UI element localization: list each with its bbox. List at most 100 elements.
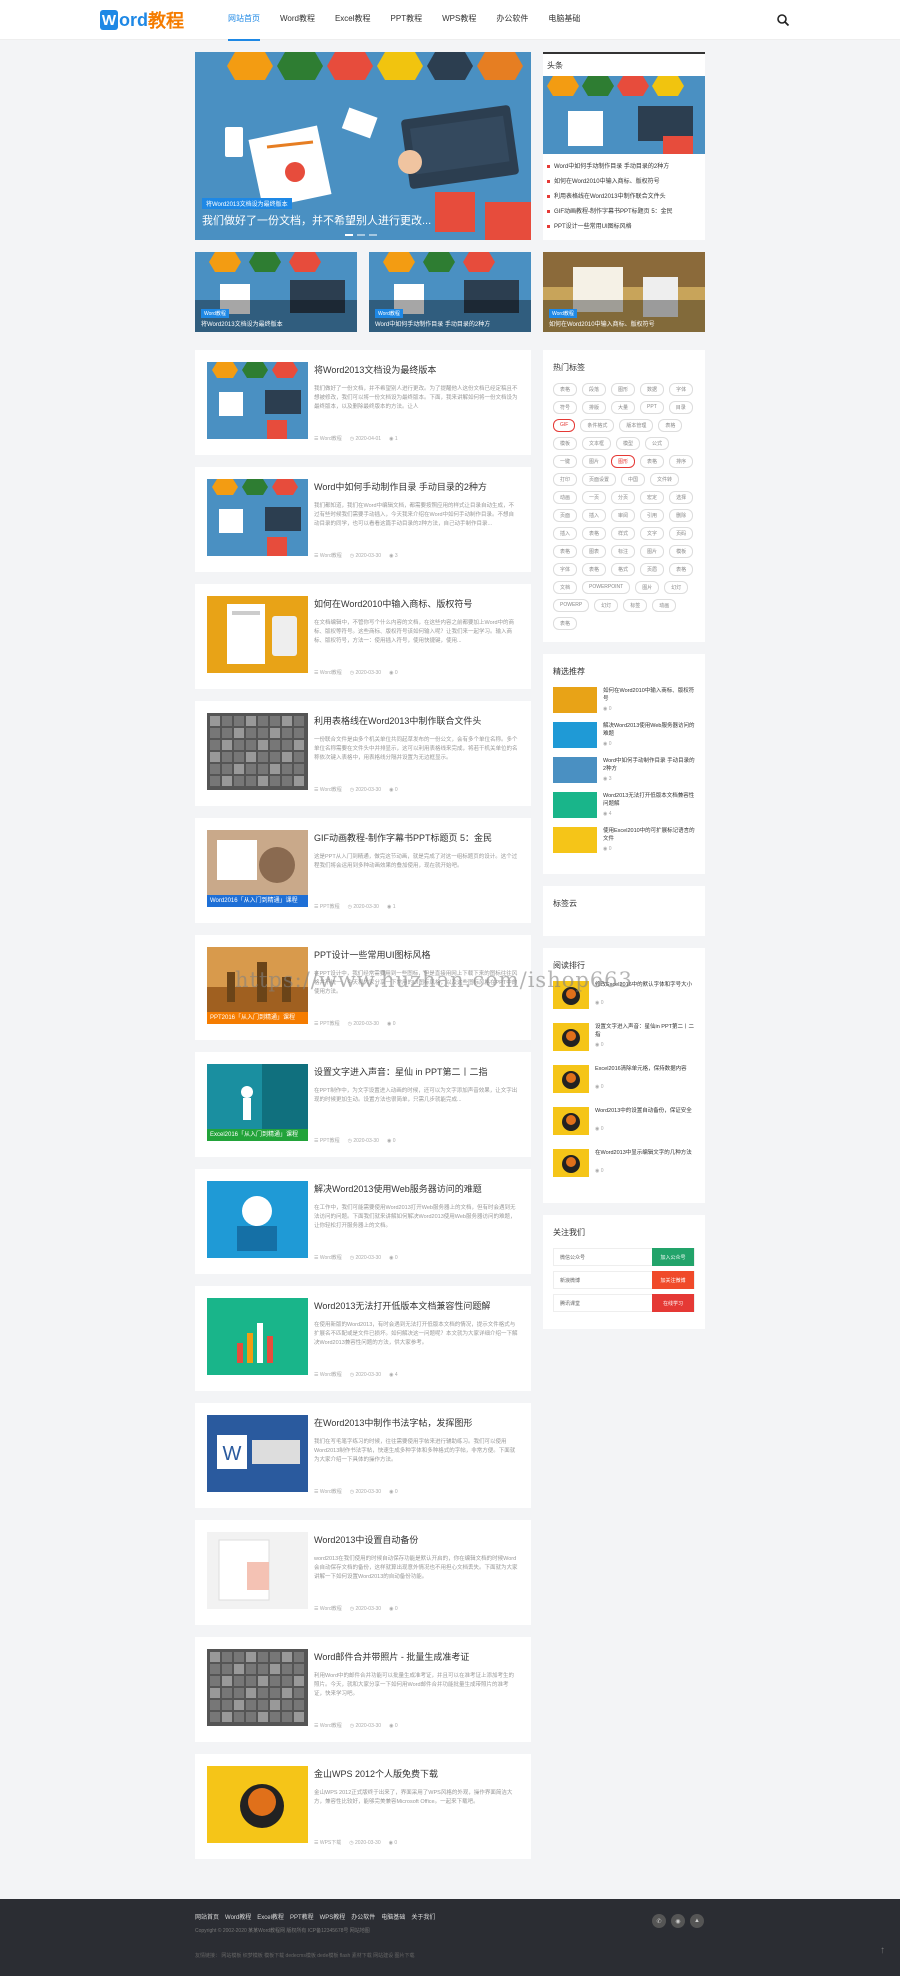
tag-pill[interactable]: 图片 <box>635 581 660 594</box>
footer-link[interactable]: Word教程 <box>225 1912 251 1921</box>
nav-ppt[interactable]: PPT教程 <box>391 0 423 41</box>
tag-pill[interactable]: 表格 <box>553 383 578 396</box>
tag-pill[interactable]: 引用 <box>640 509 665 522</box>
article-title[interactable]: 利用表格线在Word2013中制作联合文件头 <box>314 714 519 727</box>
tag-pill[interactable]: 宏定 <box>640 491 665 504</box>
tag-pill[interactable]: 页眉 <box>640 563 665 576</box>
article-title[interactable]: 如何在Word2010中输入商标、版权符号 <box>314 597 519 610</box>
article-card[interactable]: 如何在Word2010中输入商标、版权符号 在文档编辑中，不管你写个什么内容的文… <box>195 584 531 689</box>
ranking-item-title[interactable]: Word2013中的设置自动备份，保证安全 <box>595 1107 692 1123</box>
recommend-item-title[interactable]: 使用Excel2010中的可扩展标记语言的文件 <box>603 827 695 843</box>
search-icon[interactable] <box>776 13 790 27</box>
ranking-thumbnail[interactable] <box>553 1065 589 1093</box>
hero-title[interactable]: 我们做好了一份文档，并不希望别人进行更改... <box>202 212 522 228</box>
article-thumbnail[interactable] <box>207 596 308 673</box>
tag-pill[interactable]: 表格 <box>553 617 578 630</box>
tag-pill[interactable]: 页码 <box>669 527 694 540</box>
article-title[interactable]: 将Word2013文档设为最终版本 <box>314 363 519 376</box>
article-thumbnail[interactable]: Excel2016「从入门到精通」课程 <box>207 1064 308 1141</box>
article-thumbnail[interactable] <box>207 1181 308 1258</box>
article-category[interactable]: Word教程 <box>320 1605 342 1612</box>
tag-pill[interactable]: 页面 <box>553 509 578 522</box>
education-icon[interactable]: ▲ <box>690 1914 704 1928</box>
recommend-item-title[interactable]: 解决Word2013使用Web服务器访问的难题 <box>603 722 695 738</box>
nav-wps[interactable]: WPS教程 <box>442 0 476 41</box>
headline-item[interactable]: GIF动画教程-制作字幕书PPT标题页 5：金民 <box>547 205 701 220</box>
tag-pill[interactable]: 字体 <box>553 563 578 576</box>
recommend-item-title[interactable]: 如何在Word2010中输入商标、版权符号 <box>603 687 695 703</box>
follow-button[interactable]: 加入公众号 <box>652 1248 694 1266</box>
article-thumbnail[interactable]: Word2016「从入门到精通」课程 <box>207 830 308 907</box>
nav-excel[interactable]: Excel教程 <box>335 0 371 41</box>
tag-pill[interactable]: 审阅 <box>611 509 636 522</box>
article-title[interactable]: Word中如何手动制作目录 手动目录的2种方 <box>314 480 519 493</box>
article-card[interactable]: 解决Word2013使用Web服务器访问的难题 在工作中，我们可能需要使用Wor… <box>195 1169 531 1274</box>
headline-item[interactable]: PPT设计一些常用UI图标风格 <box>547 220 701 235</box>
article-card[interactable]: Word2013无法打开低版本文档兼容性问题解 在使用新版的Word2013，有… <box>195 1286 531 1391</box>
recommend-item[interactable]: 如何在Word2010中输入商标、版权符号 ◉ 0 <box>553 687 695 713</box>
article-thumbnail[interactable] <box>207 1649 308 1726</box>
article-thumbnail[interactable] <box>207 479 308 556</box>
ranking-item[interactable]: 设置文字进入声音：星仙in PPT第二丨二指 ◉ 0 <box>553 1023 695 1051</box>
tag-pill[interactable]: 幻灯 <box>594 599 619 612</box>
tag-pill[interactable]: 表格 <box>553 545 578 558</box>
tag-pill[interactable]: GIF <box>553 419 576 432</box>
footer-link[interactable]: 办公软件 <box>351 1912 375 1921</box>
tag-pill[interactable]: 动画 <box>652 599 677 612</box>
recommend-item[interactable]: Word中如何手动制作目录 手动目录的2种方 ◉ 3 <box>553 757 695 783</box>
footer-link[interactable]: PPT教程 <box>290 1912 314 1921</box>
article-thumbnail[interactable] <box>207 1766 308 1843</box>
tag-pill[interactable]: 图片 <box>640 545 665 558</box>
nav-computer[interactable]: 电脑基础 <box>548 0 580 41</box>
ranking-thumbnail[interactable] <box>553 1023 589 1051</box>
tag-pill[interactable]: 页面设置 <box>582 473 617 486</box>
tag-pill[interactable]: 插入 <box>553 527 578 540</box>
tag-pill[interactable]: 表格 <box>669 563 694 576</box>
article-thumbnail[interactable] <box>207 713 308 790</box>
tag-pill[interactable]: POWERPOINT <box>582 581 631 594</box>
tag-pill[interactable]: 目录 <box>668 401 693 414</box>
ranking-item[interactable]: Excel2016清除单元格，保持数据内容 ◉ 0 <box>553 1065 695 1093</box>
tag-pill[interactable]: 版本管理 <box>619 419 654 432</box>
recommend-thumbnail[interactable] <box>553 757 597 783</box>
footer-link[interactable]: 电脑基础 <box>381 1912 405 1921</box>
article-card[interactable]: 将Word2013文档设为最终版本 我们做好了一份文档，并不希望别人进行更改。为… <box>195 350 531 455</box>
recommend-thumbnail[interactable] <box>553 687 597 713</box>
ranking-item[interactable]: 在Word2013中显示编辑文字的几种方法 ◉ 0 <box>553 1149 695 1177</box>
featured-thumb[interactable]: Word教程 如何在Word2010中输入商标、版权符号 <box>543 252 705 332</box>
tag-pill[interactable]: POWERP <box>553 599 590 612</box>
article-card[interactable]: Word2016「从入门到精通」课程 GIF动画教程-制作字幕书PPT标题页 5… <box>195 818 531 923</box>
article-card[interactable]: Word2013中设置自动备份 word2013在我们使用的时候自动保存功能是默… <box>195 1520 531 1625</box>
tag-pill[interactable]: 一键 <box>553 455 578 468</box>
tag-pill[interactable]: PPT <box>640 401 664 414</box>
tag-pill[interactable]: 图表 <box>582 545 607 558</box>
article-title[interactable]: 解决Word2013使用Web服务器访问的难题 <box>314 1182 519 1195</box>
recommend-item[interactable]: 使用Excel2010中的可扩展标记语言的文件 ◉ 0 <box>553 827 695 853</box>
article-category[interactable]: Word教程 <box>320 552 342 559</box>
article-card[interactable]: Word邮件合并带照片 - 批量生成准考证 利用Word中的邮件合并功能可以批量… <box>195 1637 531 1742</box>
headline-item[interactable]: 利用表格线在Word2013中制作联合文件头 <box>547 190 701 205</box>
tag-pill[interactable]: 删除 <box>669 509 694 522</box>
tag-pill[interactable]: 表格 <box>582 563 607 576</box>
ranking-item[interactable]: Word2013中的设置自动备份，保证安全 ◉ 0 <box>553 1107 695 1135</box>
article-card[interactable]: W 在Word2013中制作书法字帖，发挥图形 我们在写毛笔字练习的时候，往往需… <box>195 1403 531 1508</box>
tag-pill[interactable]: 文件转 <box>650 473 680 486</box>
article-thumbnail[interactable] <box>207 362 308 439</box>
article-title[interactable]: 金山WPS 2012个人版免费下载 <box>314 1767 519 1780</box>
tag-pill[interactable]: 表格 <box>640 455 665 468</box>
ranking-item-title[interactable]: Excel2016清除单元格，保持数据内容 <box>595 1065 687 1081</box>
article-title[interactable]: Word邮件合并带照片 - 批量生成准考证 <box>314 1650 519 1663</box>
tag-pill[interactable]: 选择 <box>669 491 694 504</box>
tag-pill[interactable]: 表格 <box>658 419 683 432</box>
footer-link[interactable]: Excel教程 <box>257 1912 284 1921</box>
tag-pill[interactable]: 图片 <box>582 455 607 468</box>
tag-pill[interactable]: 图形 <box>611 383 636 396</box>
tag-pill[interactable]: 大量 <box>611 401 636 414</box>
tag-pill[interactable]: 段落 <box>582 383 607 396</box>
tag-pill[interactable]: 样式 <box>611 527 636 540</box>
recommend-thumbnail[interactable] <box>553 827 597 853</box>
article-category[interactable]: Word教程 <box>320 669 342 676</box>
tag-pill[interactable]: 字体 <box>669 383 694 396</box>
ranking-item-title[interactable]: 在Word2013中显示编辑文字的几种方法 <box>595 1149 692 1165</box>
ranking-thumbnail[interactable] <box>553 1107 589 1135</box>
